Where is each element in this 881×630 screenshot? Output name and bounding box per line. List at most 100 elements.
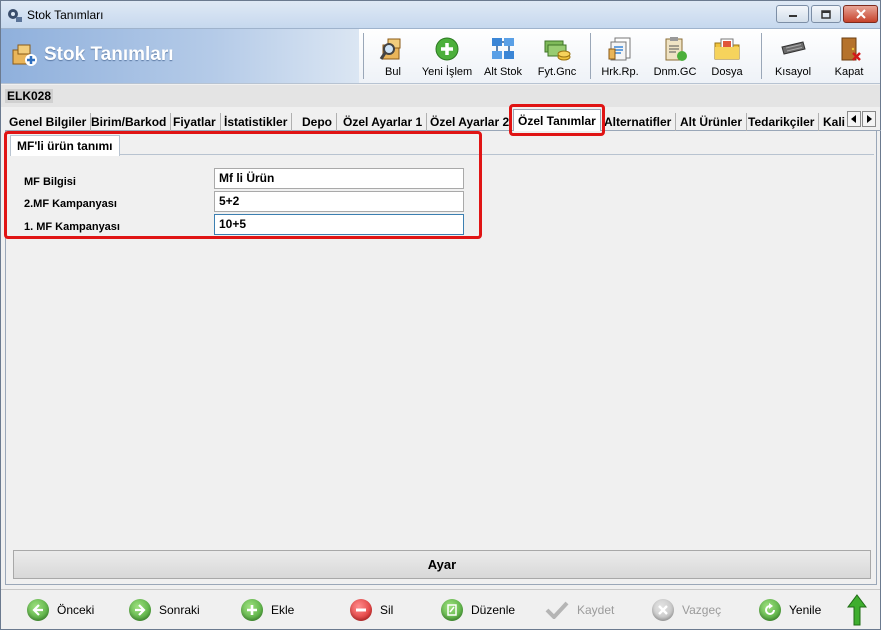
header: Stok Tanımları Bul Yeni İşlem Alt Stok F… [1,29,880,84]
tab-scroll-right-button[interactable] [862,111,876,127]
tab-page-ozel-tanimlar: MF'li ürün tanımı MF Bilgisi Mf li Ürün … [5,131,877,585]
title-bar: Stok Tanımları [1,1,880,29]
toolbar-kisayol-button[interactable]: Kısayol [769,31,817,81]
onceki-button[interactable]: Önceki [27,597,94,623]
toolbar-label: Kapat [834,66,864,78]
mf-kampanyasi-1-label: 1. MF Kampanyası [24,221,120,233]
cancel-icon [652,599,674,621]
header-banner: Stok Tanımları [1,29,359,83]
action-label: Düzenle [471,603,516,617]
add-green-icon [435,37,459,61]
close-icon [855,9,866,19]
tab-alternatifler[interactable]: Alternatifler [600,113,677,131]
toolbar-separator [761,33,762,79]
toolbar-yeni-islem-button[interactable]: Yeni İşlem [419,31,475,81]
clipboard-icon [665,37,687,61]
action-label: Sil [380,603,394,617]
toolbar-separator [363,33,364,79]
minimize-button[interactable] [776,5,809,23]
toolbar-label: Dnm.GC [653,66,697,78]
sil-button[interactable]: Sil [350,597,393,623]
toolbar-label: Alt Stok [484,66,522,78]
toolbar-separator [590,33,591,79]
toolbar-label: Dosya [711,66,743,78]
chevron-right-icon [867,115,872,123]
mf-bilgisi-field[interactable]: Mf li Ürün [214,168,464,189]
mf-kampanyasi-2-field[interactable]: 5+2 [214,191,464,212]
toolbar-fyt-gnc-button[interactable]: Fyt.Gnc [533,31,581,81]
edit-icon [441,599,463,621]
action-bar: Önceki Sonraki Ekle Sil Düzenle Kaydet V… [1,589,880,629]
mf-kampanyasi-1-field[interactable]: 10+5 [214,214,464,235]
toolbar-label: Fyt.Gnc [537,66,577,78]
tab-tedarikciler[interactable]: Tedarikçiler [744,113,820,131]
tab-ozel-ayarlar-2[interactable]: Özel Ayarlar 2 [426,113,515,131]
toolbar-label: Yeni İşlem [421,66,473,78]
toolbar-hrk-rp-button[interactable]: Hrk.Rp. [597,31,643,81]
stock-box-icon [12,44,37,66]
hierarchy-icon [492,38,514,59]
tab-scroll-left-button[interactable] [847,111,861,127]
toolbar-label: Kısayol [774,66,812,78]
keyboard-icon [781,41,806,55]
tab-kali[interactable]: Kali [819,113,847,131]
mf-bilgisi-label: MF Bilgisi [24,176,76,188]
record-code: ELK028 [5,89,54,103]
tab-istatistikler[interactable]: İstatistikler [220,113,293,131]
toolbar-dnm-gc-button[interactable]: Dnm.GC [651,31,699,81]
yenile-button[interactable]: Yenile [759,597,821,623]
subtab-mfli-urun-tanimi[interactable]: MF'li ürün tanımı [10,135,120,156]
record-code-bar: ELK028 [1,85,880,107]
kaydet-button[interactable]: Kaydet [545,597,614,623]
tab-birim-barkod[interactable]: Birim/Barkod [87,113,172,131]
stok-window: Stok Tanımları Stok Tanımları Bul Yeni İ… [0,0,881,630]
action-label: Ekle [271,603,295,617]
tab-ozel-tanimlar[interactable]: Özel Tanımlar [513,109,601,132]
toolbar-alt-stok-button[interactable]: Alt Stok [479,31,527,81]
toolbar-label: Hrk.Rp. [601,66,639,78]
tab-alt-urunler[interactable]: Alt Ürünler [676,113,748,131]
maximize-button[interactable] [811,5,841,23]
check-icon [545,599,571,621]
money-icon [544,40,571,61]
folder-images-icon [714,38,740,60]
header-title: Stok Tanımları [44,44,174,65]
arrow-left-icon [27,599,49,621]
mf-form: MF Bilgisi Mf li Ürün 2.MF Kampanyası 5+… [10,156,874,546]
sonraki-button[interactable]: Sonraki [129,597,200,623]
tab-fiyatlar[interactable]: Fiyatlar [169,113,221,131]
tab-strip: Genel Bilgiler Birim/Barkod Fiyatlar İst… [5,109,881,132]
chevron-left-icon [851,115,856,123]
action-label: Önceki [57,603,95,617]
vazgec-button[interactable]: Vazgeç [652,597,721,623]
tab-genel-bilgiler[interactable]: Genel Bilgiler [5,113,92,131]
mf-kampanyasi-2-label: 2.MF Kampanyası [24,198,117,210]
arrow-right-icon [129,599,151,621]
action-label: Vazgeç [682,603,722,617]
plus-icon [241,599,263,621]
toolbar-dosya-button[interactable]: Dosya [705,31,749,81]
action-label: Kaydet [577,603,615,617]
action-label: Yenile [789,603,822,617]
exit-door-icon [841,37,861,61]
maximize-icon [821,9,831,19]
minimize-icon [788,15,797,17]
subtab-strip: MF'li ürün tanımı [10,135,874,156]
duzenle-button[interactable]: Düzenle [441,597,515,623]
search-boxes-icon [379,38,401,60]
report-icon [608,37,631,61]
toolbar-kapat-button[interactable]: Kapat [827,31,871,81]
ekle-button[interactable]: Ekle [241,597,294,623]
toolbar-label: Bul [385,66,401,78]
tab-depo[interactable]: Depo [298,113,337,131]
app-icon [8,9,22,22]
tab-ozel-ayarlar-1[interactable]: Özel Ayarlar 1 [339,113,428,131]
minus-icon [350,599,372,621]
close-button[interactable] [843,5,878,23]
up-arrow-icon[interactable] [847,594,867,626]
ayar-button[interactable]: Ayar [13,550,871,579]
window-title: Stok Tanımları [27,8,104,22]
refresh-icon [759,599,781,621]
toolbar-bul-button[interactable]: Bul [371,31,415,81]
action-label: Sonraki [159,603,200,617]
